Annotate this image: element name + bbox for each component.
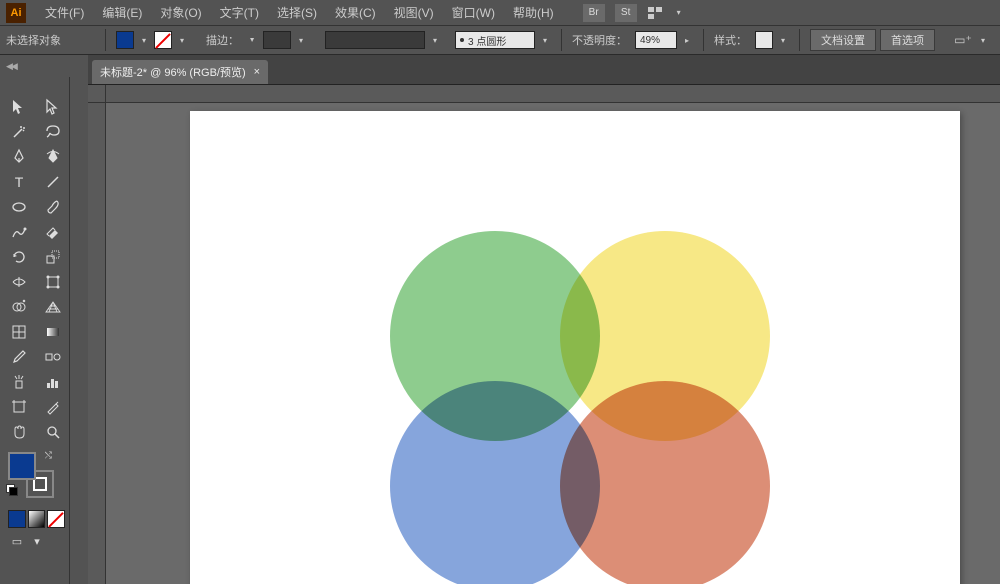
column-graph-tool[interactable] bbox=[38, 370, 68, 394]
stroke-weight-dropdown[interactable]: ▾ bbox=[295, 34, 307, 46]
tools-panel: T ⤭ ▭ ▾ bbox=[0, 77, 70, 584]
document-setup-button[interactable]: 文档设置 bbox=[810, 29, 876, 51]
screen-mode-normal[interactable]: ▭ bbox=[8, 532, 26, 550]
fill-dropdown[interactable]: ▾ bbox=[138, 34, 150, 46]
menu-effect[interactable]: 效果(C) bbox=[326, 4, 385, 21]
color-mode-gradient[interactable] bbox=[28, 510, 46, 528]
stroke-weight-input[interactable] bbox=[263, 31, 291, 49]
variable-width-label: 3 点圆形 bbox=[468, 33, 506, 48]
blend-tool[interactable] bbox=[38, 345, 68, 369]
gradient-tool[interactable] bbox=[38, 320, 68, 344]
pen-tool[interactable] bbox=[4, 145, 34, 169]
stroke-swatch[interactable] bbox=[154, 31, 172, 49]
hand-tool[interactable] bbox=[4, 420, 34, 444]
menu-object[interactable]: 对象(O) bbox=[151, 4, 210, 21]
ruler-vertical[interactable] bbox=[88, 103, 106, 584]
menu-file[interactable]: 文件(F) bbox=[36, 4, 93, 21]
menu-type[interactable]: 文字(T) bbox=[211, 4, 268, 21]
ruler-corner[interactable] bbox=[88, 85, 106, 103]
eyedropper-tool[interactable] bbox=[4, 345, 34, 369]
default-fill-stroke-icon[interactable] bbox=[6, 484, 18, 496]
menu-help[interactable]: 帮助(H) bbox=[504, 4, 563, 21]
graphic-style-dropdown[interactable]: ▾ bbox=[777, 34, 789, 46]
color-mode-none[interactable] bbox=[47, 510, 65, 528]
type-tool[interactable]: T bbox=[4, 170, 34, 194]
perspective-grid-tool[interactable] bbox=[38, 295, 68, 319]
brush-preview[interactable] bbox=[325, 31, 425, 49]
collapse-tools-strip[interactable]: ◀◀ bbox=[0, 55, 88, 77]
menu-edit[interactable]: 编辑(E) bbox=[93, 4, 151, 21]
document-tabbar: 未标题-2* @ 96% (RGB/预览) × bbox=[88, 55, 1000, 85]
swap-fill-stroke-icon[interactable]: ⤭ bbox=[45, 450, 52, 461]
screen-mode-dropdown[interactable]: ▾ bbox=[28, 532, 46, 550]
style-label: 样式： bbox=[714, 32, 747, 48]
shaper-tool[interactable] bbox=[4, 220, 34, 244]
preferences-button[interactable]: 首选项 bbox=[880, 29, 935, 51]
stock-button[interactable]: St bbox=[615, 4, 637, 22]
align-to-icon[interactable]: ▭⁺ bbox=[953, 31, 973, 49]
fill-stroke-indicator[interactable]: ⤭ bbox=[8, 452, 48, 492]
stroke-weight-down[interactable]: ▸ bbox=[247, 34, 259, 46]
width-tool[interactable] bbox=[4, 270, 34, 294]
artwork-circle-red[interactable] bbox=[560, 381, 770, 584]
stroke-dropdown[interactable]: ▾ bbox=[176, 34, 188, 46]
brush-dropdown[interactable]: ▾ bbox=[429, 34, 441, 46]
scale-tool[interactable] bbox=[38, 245, 68, 269]
align-to-dropdown[interactable]: ▾ bbox=[977, 34, 989, 46]
free-transform-tool[interactable] bbox=[38, 270, 68, 294]
gpu-perf-icon[interactable]: ✓⃝ bbox=[695, 6, 711, 20]
symbol-sprayer-tool[interactable] bbox=[4, 370, 34, 394]
bridge-button[interactable]: Br bbox=[583, 4, 605, 22]
close-tab-icon[interactable]: × bbox=[254, 66, 260, 78]
arrange-docs-icon[interactable] bbox=[647, 6, 663, 20]
curvature-tool[interactable] bbox=[38, 145, 68, 169]
canvas-area[interactable] bbox=[88, 85, 1000, 584]
paintbrush-tool[interactable] bbox=[38, 195, 68, 219]
menubar: Ai 文件(F) 编辑(E) 对象(O) 文字(T) 选择(S) 效果(C) 视… bbox=[0, 0, 1000, 26]
document-tab[interactable]: 未标题-2* @ 96% (RGB/预览) × bbox=[92, 60, 268, 84]
opacity-arrow[interactable]: ▸ bbox=[681, 34, 693, 46]
ruler-horizontal[interactable] bbox=[106, 85, 1000, 103]
rotate-tool[interactable] bbox=[4, 245, 34, 269]
opacity-label: 不透明度： bbox=[572, 32, 627, 48]
options-bar: 未选择对象 ▾ ▾ 描边： ▸ ▾ ▾ 3 点圆形 ▾ 不透明度： ▸ 样式： … bbox=[0, 26, 1000, 55]
app-logo: Ai bbox=[6, 3, 26, 23]
direct-selection-tool[interactable] bbox=[38, 95, 68, 119]
opacity-input[interactable] bbox=[635, 31, 677, 49]
lasso-tool[interactable] bbox=[38, 120, 68, 144]
slice-tool[interactable] bbox=[38, 395, 68, 419]
variable-width-profile[interactable]: 3 点圆形 bbox=[455, 31, 535, 49]
menu-view[interactable]: 视图(V) bbox=[385, 4, 443, 21]
fill-swatch[interactable] bbox=[116, 31, 134, 49]
eraser-tool[interactable] bbox=[38, 220, 68, 244]
svg-text:T: T bbox=[15, 174, 24, 190]
zoom-tool[interactable] bbox=[38, 420, 68, 444]
arrange-docs-dropdown[interactable]: ▾ bbox=[673, 7, 685, 19]
line-tool[interactable] bbox=[38, 170, 68, 194]
color-mode-solid[interactable] bbox=[8, 510, 26, 528]
stroke-label: 描边： bbox=[206, 32, 239, 48]
menu-select[interactable]: 选择(S) bbox=[268, 4, 326, 21]
shape-builder-tool[interactable] bbox=[4, 295, 34, 319]
graphic-style-swatch[interactable] bbox=[755, 31, 773, 49]
magic-wand-tool[interactable] bbox=[4, 120, 34, 144]
selection-status: 未选择对象 bbox=[6, 32, 91, 48]
mesh-tool[interactable] bbox=[4, 320, 34, 344]
artboard-tool[interactable] bbox=[4, 395, 34, 419]
artboard[interactable] bbox=[190, 111, 960, 584]
fill-color-box[interactable] bbox=[8, 452, 36, 480]
menu-window[interactable]: 窗口(W) bbox=[443, 4, 504, 21]
ellipse-tool[interactable] bbox=[4, 195, 34, 219]
selection-tool[interactable] bbox=[4, 95, 34, 119]
document-tab-title: 未标题-2* @ 96% (RGB/预览) bbox=[100, 64, 246, 80]
variable-width-dropdown[interactable]: ▾ bbox=[539, 34, 551, 46]
